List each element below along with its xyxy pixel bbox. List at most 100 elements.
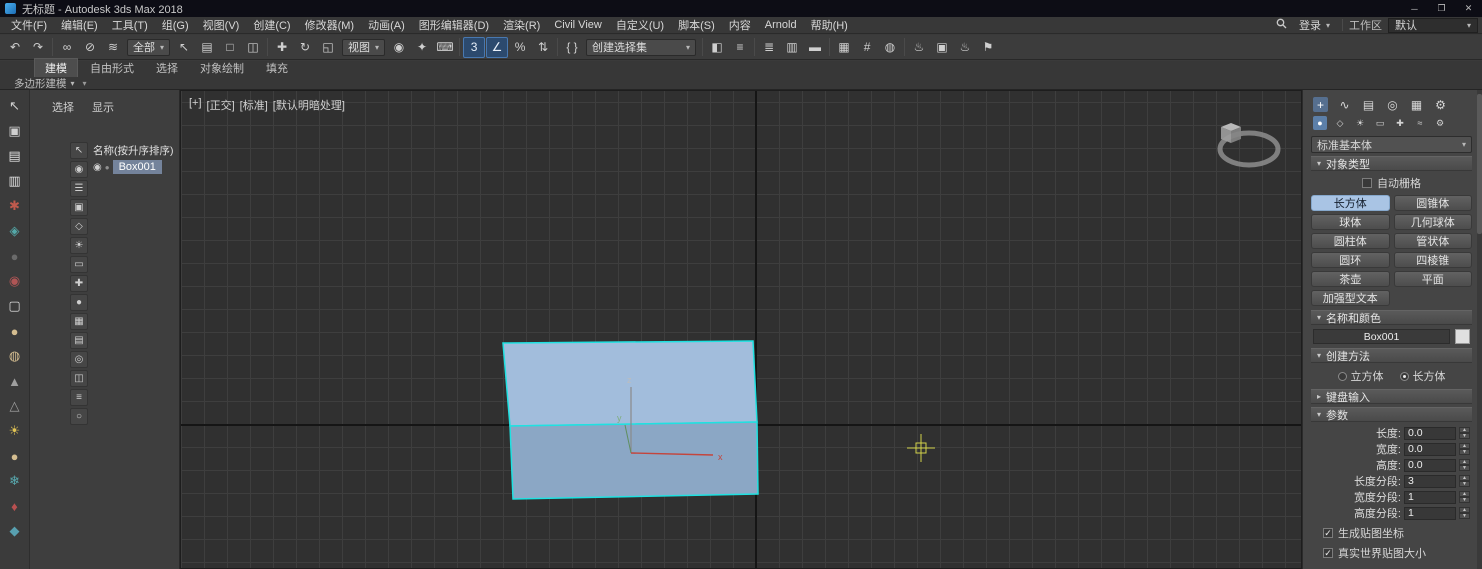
edit-named-sets-icon[interactable]: { } — [561, 37, 583, 58]
create-tab-icon[interactable]: + — [1313, 97, 1328, 112]
object-type-button[interactable]: 四棱锥 — [1394, 252, 1473, 268]
motion-tab-icon[interactable]: ◎ — [1385, 97, 1400, 112]
rollout-parameters[interactable]: 参数 — [1311, 407, 1472, 422]
coordinate-system-dropdown[interactable]: 视图 ▾ — [342, 39, 385, 56]
spacewarps-category-icon[interactable]: ≈ — [1413, 116, 1427, 130]
workspace-dropdown[interactable]: 默认 ▾ — [1388, 18, 1478, 33]
menu-item[interactable]: 文件(F) — [4, 17, 54, 33]
rollout-creation-method[interactable]: 创建方法 — [1311, 348, 1472, 363]
rendered-frame-icon[interactable]: ▣ — [931, 37, 953, 58]
selection-filter-dropdown[interactable]: 全部 ▾ — [127, 39, 170, 56]
mirror-icon[interactable]: ◧ — [706, 37, 728, 58]
ribbon-snowflake-icon[interactable]: ❄ — [4, 470, 26, 492]
spinner-down-icon[interactable]: ▼ — [1459, 481, 1470, 487]
explorer-helpers-icon[interactable]: ✚ — [70, 275, 88, 292]
explorer-find-icon[interactable]: ○ — [70, 408, 88, 425]
parameter-value-field[interactable]: 3 — [1404, 475, 1456, 488]
orbit-navigation-gizmo[interactable] — [1220, 123, 1278, 165]
selection-region-icon[interactable]: □ — [219, 37, 241, 58]
object-type-button[interactable]: 几何球体 — [1394, 214, 1473, 230]
unlink-selection-icon[interactable]: ⊘ — [79, 37, 101, 58]
menu-item[interactable]: 修改器(M) — [298, 17, 362, 33]
explorer-materials-icon[interactable]: ● — [70, 294, 88, 311]
menu-item[interactable]: 帮助(H) — [804, 17, 855, 33]
ribbon-drops-icon[interactable]: ♦ — [4, 495, 26, 517]
utilities-tab-icon[interactable]: ⚙ — [1433, 97, 1448, 112]
spinner-arrows[interactable]: ▲▼ — [1459, 427, 1470, 439]
autogrid-checkbox[interactable] — [1362, 178, 1372, 188]
percent-snap-icon[interactable]: % — [509, 37, 531, 58]
systems-category-icon[interactable]: ⚙ — [1433, 116, 1447, 130]
login-menu[interactable]: 登录 ▾ — [1293, 17, 1336, 33]
scene-object-name[interactable]: Box001 — [113, 160, 162, 174]
ribbon-toggle-icon[interactable]: ▬ — [804, 37, 826, 58]
creation-method-option[interactable]: 立方体 — [1338, 368, 1384, 384]
select-and-manipulate-icon[interactable]: ✦ — [411, 37, 433, 58]
menu-item[interactable]: 自定义(U) — [609, 17, 671, 33]
hierarchy-tab-icon[interactable]: ▤ — [1361, 97, 1376, 112]
explorer-groups-icon[interactable]: ▦ — [70, 313, 88, 330]
parameter-value-field[interactable]: 1 — [1404, 507, 1456, 520]
select-and-link-icon[interactable]: ∞ — [56, 37, 78, 58]
parameter-value-field[interactable]: 0.0 — [1404, 443, 1456, 456]
ribbon-sand-sphere-icon[interactable]: ● — [4, 320, 26, 342]
explorer-visibility-icon[interactable]: ◉ — [70, 161, 88, 178]
viewport-label-segment[interactable]: [+] — [189, 97, 202, 113]
select-object-icon[interactable]: ↖ — [173, 37, 195, 58]
select-and-move-icon[interactable]: ✚ — [271, 37, 293, 58]
schematic-view-icon[interactable]: # — [856, 37, 878, 58]
parameter-value-field[interactable]: 1 — [1404, 491, 1456, 504]
ribbon-red-gear-icon[interactable]: ✱ — [4, 195, 26, 217]
checkbox-icon[interactable] — [1323, 528, 1333, 538]
render-flyout-icon[interactable]: ⚑ — [977, 37, 999, 58]
visibility-eye-icon[interactable]: ◉ — [93, 162, 102, 173]
menu-item[interactable]: 组(G) — [155, 17, 196, 33]
ribbon-panel-label[interactable]: 多边形建模 — [14, 76, 67, 91]
angle-snap-icon[interactable]: ∠ — [486, 37, 508, 58]
ribbon-tab[interactable]: 选择 — [146, 59, 188, 77]
menu-item[interactable]: 创建(C) — [246, 17, 297, 33]
scene-explorer-tab[interactable]: 选择 — [52, 99, 74, 115]
object-type-button[interactable]: 球体 — [1311, 214, 1390, 230]
spinner-arrows[interactable]: ▲▼ — [1459, 507, 1470, 519]
ribbon-pyramid-icon[interactable]: △ — [4, 395, 26, 417]
ribbon-select-icon[interactable]: ↖ — [4, 95, 26, 117]
cameras-category-icon[interactable]: ▭ — [1373, 116, 1387, 130]
checkbox-icon[interactable] — [1323, 548, 1333, 558]
ribbon-cone-icon[interactable]: ▲ — [4, 370, 26, 392]
explorer-hierarchy-icon[interactable]: ☰ — [70, 180, 88, 197]
ribbon-red-ball-icon[interactable]: ◉ — [4, 270, 26, 292]
explorer-lights-icon[interactable]: ☀ — [70, 237, 88, 254]
explorer-lock-icon[interactable]: ◫ — [70, 370, 88, 387]
explorer-settings-icon[interactable]: ≡ — [70, 389, 88, 406]
parameter-value-field[interactable]: 0.0 — [1404, 459, 1456, 472]
search-icon[interactable] — [1276, 18, 1287, 32]
ribbon-sun-icon[interactable]: ☀ — [4, 420, 26, 442]
snap-toggle-3d-icon[interactable]: 3 — [463, 37, 485, 58]
menu-item[interactable]: 脚本(S) — [671, 17, 722, 33]
named-selection-dropdown[interactable]: 创建选择集 ▾ — [586, 39, 696, 56]
object-type-button[interactable]: 圆环 — [1311, 252, 1390, 268]
layer-manager-icon[interactable]: ▥ — [781, 37, 803, 58]
ribbon-panel-icon[interactable]: ▢ — [4, 295, 26, 317]
select-and-rotate-icon[interactable]: ↻ — [294, 37, 316, 58]
select-by-name-icon[interactable]: ▤ — [196, 37, 218, 58]
ribbon-tab[interactable]: 自由形式 — [80, 59, 144, 77]
object-type-button[interactable]: 圆柱体 — [1311, 233, 1390, 249]
modify-tab-icon[interactable]: ∿ — [1337, 97, 1352, 112]
menu-item[interactable]: Arnold — [758, 19, 804, 31]
explorer-xref-icon[interactable]: ▤ — [70, 332, 88, 349]
ribbon-doc2-icon[interactable]: ▥ — [4, 170, 26, 192]
ribbon-dark-sphere-icon[interactable]: ● — [4, 245, 26, 267]
undo-icon[interactable]: ↶ — [4, 37, 26, 58]
object-type-button[interactable]: 茶壶 — [1311, 271, 1390, 287]
primitive-category-dropdown[interactable]: 标准基本体 ▾ — [1311, 136, 1472, 153]
close-button[interactable]: ✕ — [1455, 0, 1482, 17]
panel-scrollbar-thumb[interactable] — [1477, 94, 1482, 234]
ribbon-gem-icon[interactable]: ◆ — [4, 520, 26, 542]
ribbon-minimize-icon[interactable]: ▾ — [83, 79, 87, 88]
viewport[interactable]: z y x [+][正交][标准][默认明暗处理] — [180, 90, 1302, 569]
panel-scrollbar[interactable] — [1477, 90, 1482, 569]
spinner-arrows[interactable]: ▲▼ — [1459, 491, 1470, 503]
display-tab-icon[interactable]: ▦ — [1409, 97, 1424, 112]
